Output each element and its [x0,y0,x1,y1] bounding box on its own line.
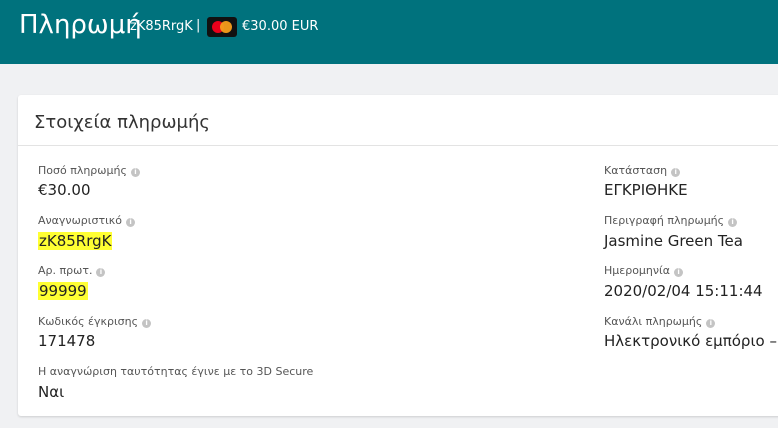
protocol-number-label: Αρ. πρωτ. i [38,264,106,278]
payment-id-header: zK85RrgK [130,19,193,34]
header-amount: €30.00 EUR [242,19,319,34]
info-icon[interactable]: i [674,268,684,277]
info-icon[interactable]: i [130,168,140,177]
identifier-value: zK85RrgK [38,232,113,250]
date-value: 2020/02/04 15:11:44 [604,282,763,300]
protocol-number-value: 99999 [38,282,88,300]
info-icon[interactable]: i [96,268,106,277]
3d-secure-label: Η αναγνώριση ταυτότητας έγινε με το 3D S… [38,365,314,378]
3d-secure-value: Ναι [38,383,65,401]
channel-value: Ηλεκτρονικό εμπόριο – [604,332,777,350]
page-header: Πληρωμή zK85RrgK | €30.00 EUR [0,0,778,64]
status-label: Κατάσταση i [604,164,681,178]
date-label: Ημερομηνία i [604,264,684,278]
identifier-label: Αναγνωριστικό i [38,214,136,228]
approval-code-label: Κωδικός έγκρισης i [38,315,152,329]
description-value: Jasmine Green Tea [604,232,743,250]
page-title: Πληρωμή [19,10,142,40]
info-icon[interactable]: i [706,319,716,328]
header-separator: | [196,18,201,33]
approval-code-value: 171478 [38,332,96,350]
info-icon[interactable]: i [142,319,152,328]
amount-label: Ποσό πληρωμής i [38,164,140,178]
channel-label: Κανάλι πληρωμής i [604,315,716,329]
panel-title: Στοιχεία πληρωμής [34,112,210,133]
info-icon[interactable]: i [728,218,738,227]
payment-details-panel: Στοιχεία πληρωμής Ποσό πληρωμής i €30.00 … [18,95,778,416]
info-icon[interactable]: i [126,218,136,227]
description-label: Περιγραφή πληρωμής i [604,214,738,228]
panel-divider [18,145,778,146]
mastercard-icon [207,17,237,37]
amount-value: €30.00 [38,181,91,199]
status-value: ΕΓΚΡΙΘΗΚΕ [604,181,688,199]
info-icon[interactable]: i [671,168,681,177]
